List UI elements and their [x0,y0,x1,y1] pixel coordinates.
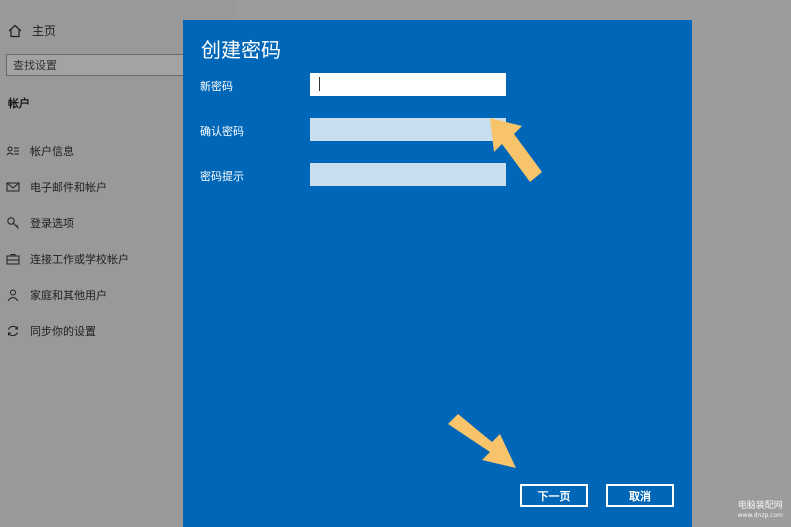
section-title: 帐户 [8,97,30,110]
sidebar-nav: 帐户信息 电子邮件和帐户 登录选项 连接工作或学校帐户 家庭和其他用户 同步你的… [6,133,129,349]
sidebar-item-label: 登录选项 [30,217,74,230]
mail-icon [6,180,20,194]
home-icon [8,24,22,38]
watermark-line1: 电脑装配网 [737,501,783,511]
sidebar-home[interactable]: 主页 [8,22,56,39]
confirm-password-input[interactable] [310,118,506,141]
sidebar-item-work-school[interactable]: 连接工作或学校帐户 [6,241,129,277]
text-caret [319,77,320,91]
next-button[interactable]: 下一页 [520,484,588,507]
dialog-title: 创建密码 [201,38,281,62]
search-placeholder: 查找设置 [13,59,57,72]
briefcase-icon [6,252,20,266]
new-password-label: 新密码 [200,80,233,93]
sidebar-item-email[interactable]: 电子邮件和帐户 [6,169,129,205]
sidebar-home-label: 主页 [32,24,57,38]
create-password-dialog: 创建密码 新密码 确认密码 密码提示 下一页 取消 [183,20,692,527]
confirm-password-label: 确认密码 [200,125,244,138]
key-icon [6,216,20,230]
new-password-input[interactable] [310,73,506,96]
sidebar-item-sign-in[interactable]: 登录选项 [6,205,129,241]
sidebar-item-label: 连接工作或学校帐户 [30,253,129,266]
person-icon [6,288,20,302]
sidebar-item-account-info[interactable]: 帐户信息 [6,133,129,169]
password-hint-label: 密码提示 [200,170,244,183]
sidebar-item-sync[interactable]: 同步你的设置 [6,313,129,349]
sidebar-item-family[interactable]: 家庭和其他用户 [6,277,129,313]
account-info-icon [6,144,20,158]
password-hint-input[interactable] [310,163,506,186]
cancel-button[interactable]: 取消 [606,484,674,507]
sidebar-item-label: 同步你的设置 [30,325,96,338]
watermark-line2: www.dnzp.com [737,512,783,519]
sync-icon [6,324,20,338]
screen-root: 主页 查找设置 帐户 帐户信息 电子邮件和帐户 登录选项 连接工作或学校帐户 家… [0,0,791,527]
sidebar-item-label: 帐户信息 [30,145,74,158]
sidebar-item-label: 家庭和其他用户 [30,289,107,302]
sidebar-item-label: 电子邮件和帐户 [30,181,107,194]
watermark: 电脑装配网 www.dnzp.com [738,501,783,521]
